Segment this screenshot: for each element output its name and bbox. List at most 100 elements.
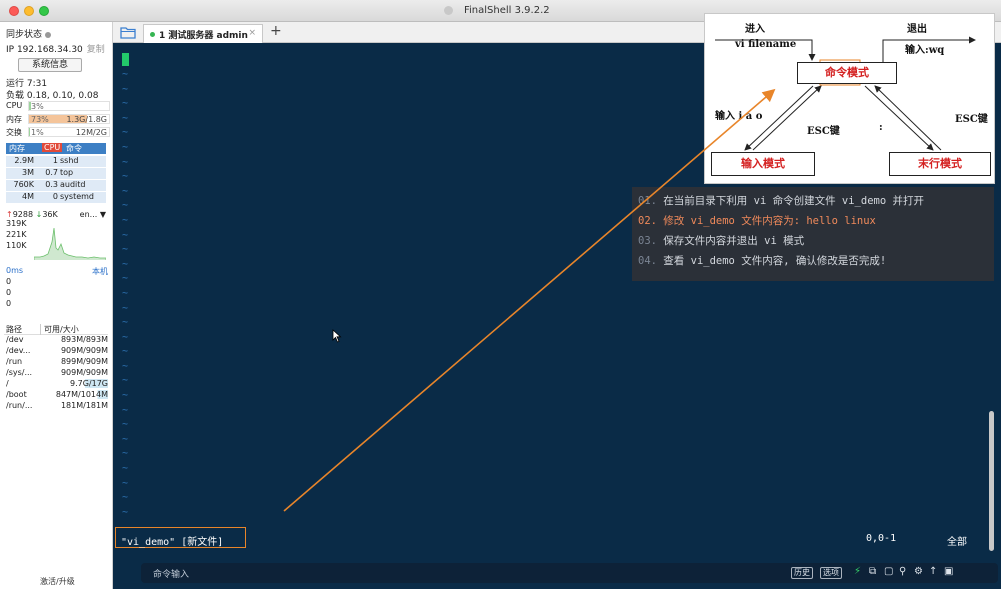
filesystem-row[interactable]: /dev 893M/893M [4, 335, 108, 346]
net-scale-mid: 221K [6, 230, 27, 239]
tilde-marker: ~ [122, 477, 129, 489]
process-mem: 2.9M [14, 156, 34, 165]
arrow-up-icon[interactable]: ↑ [929, 566, 937, 577]
last-line-mode-box: 末行模式 [889, 152, 991, 176]
fs-path-header[interactable]: 路径 [6, 324, 22, 335]
folder-icon[interactable] [120, 25, 136, 39]
filesystem-row[interactable]: /dev... 909M/909M [4, 346, 108, 357]
process-table-header: 内存 CPU 命令 [6, 143, 106, 154]
activate-upgrade-link[interactable]: 激活/升级 [40, 576, 75, 587]
task-list-panel: 01. 在当前目录下利用 vi 命令创建文件 vi_demo 并打开 02. 修… [632, 187, 994, 281]
zoom-window-button[interactable] [39, 6, 49, 16]
command-input-bar[interactable]: 命令输入 历史 选项 ⚡ ⧉ ▢ ⚲ ⚙ ↑ ▣ [141, 563, 998, 583]
swap-bar-fill [29, 128, 31, 136]
fs-path: /run [6, 357, 23, 366]
process-cmd: top [60, 168, 74, 177]
enter-label: 进入 [745, 24, 765, 35]
filesystem-row[interactable]: /boot 847M/1014M [4, 390, 108, 401]
net-scale-low: 110K [6, 241, 27, 250]
filesystem-row[interactable]: /run 899M/909M [4, 357, 108, 368]
tilde-marker: ~ [122, 492, 129, 504]
filesystem-row[interactable]: /sys/... 909M/909M [4, 368, 108, 379]
tilde-marker: ~ [122, 69, 129, 80]
process-row[interactable]: 3M 0.7 top [6, 168, 106, 179]
command-input[interactable]: 命令输入 [153, 567, 189, 580]
process-row[interactable]: 4M 0 systemd [6, 192, 106, 203]
task-number: 01. [638, 195, 657, 207]
network-speed: ↑9288 ↓36K en... ▼ [6, 210, 106, 219]
gear-icon[interactable]: ⚙ [914, 566, 923, 577]
paste-icon[interactable]: ▢ [884, 566, 893, 577]
process-row[interactable]: 2.9M 1 sshd [6, 156, 106, 167]
insert-mode-box: 输入模式 [711, 152, 815, 176]
latency-value: 0 [6, 288, 12, 297]
copy-ip-button[interactable]: 复制 [87, 45, 105, 55]
tilde-marker: ~ [122, 171, 129, 183]
process-cmd: auditd [60, 180, 86, 189]
esc-left-label: ESC键 [807, 126, 840, 137]
options-button[interactable]: 选项 [820, 567, 842, 579]
history-button[interactable]: 历史 [791, 567, 813, 579]
tilde-marker: ~ [122, 448, 129, 460]
filesystem-row[interactable]: / 9.7G/17G [4, 379, 108, 390]
ip-row: IP 192.168.34.30 复制 [6, 42, 105, 55]
process-cmd: systemd [60, 192, 94, 201]
tab-label: 1 测试服务器 admin [159, 31, 248, 41]
network-graph [34, 227, 106, 260]
task-text: 在当前目录下利用 vi 命令创建文件 vi_demo 并打开 [663, 195, 924, 207]
task-item: 03. 保存文件内容并退出 vi 模式 [638, 233, 804, 248]
fs-path: /run/... [6, 401, 33, 410]
vi-status-line: "vi_demo" [新文件] 0,0-1 全部 [113, 533, 1001, 548]
filesystem-header: 路径 可用/大小 [4, 324, 108, 335]
tilde-marker: ~ [122, 214, 129, 226]
lightning-icon[interactable]: ⚡ [854, 566, 861, 577]
process-row[interactable]: 760K 0.3 auditd [6, 180, 106, 191]
fs-size: 9.7G/17G [70, 379, 108, 388]
status-dot-icon [45, 31, 52, 38]
vi-mode-diagram: 进入 vi filename 退出 输入:wq 命令模式 输入 i a o ES… [704, 13, 995, 184]
process-cpu: 0.7 [45, 168, 58, 177]
search-icon[interactable]: ⚲ [899, 566, 906, 577]
latency-value: 0 [6, 277, 12, 286]
insert-keys-label: 输入 i a o [715, 111, 763, 122]
terminal-cursor [122, 53, 129, 66]
process-cmd-header[interactable]: 命令 [66, 143, 82, 154]
tilde-marker: ~ [122, 506, 129, 518]
system-info-button[interactable]: 系统信息 [18, 58, 82, 72]
tilde-marker: ~ [122, 346, 129, 358]
process-cmd: sshd [60, 156, 79, 165]
latency-value: 0 [6, 299, 12, 308]
task-item: 01. 在当前目录下利用 vi 命令创建文件 vi_demo 并打开 [638, 193, 924, 208]
network-interface-select[interactable]: en... ▼ [80, 210, 106, 219]
process-cpu-header[interactable]: CPU [42, 143, 63, 152]
tilde-marker: ~ [122, 375, 129, 387]
copy-icon[interactable]: ⧉ [869, 566, 876, 577]
tab-session[interactable]: 1 测试服务器 admin × [143, 24, 263, 43]
window-icon[interactable]: ▣ [944, 566, 953, 577]
cpu-label: CPU [6, 101, 23, 110]
process-mem-header[interactable]: 内存 [9, 143, 25, 154]
fs-size: 899M/909M [60, 357, 108, 366]
filesystem-row[interactable]: /run/... 181M/181M [4, 401, 108, 412]
fs-size-header[interactable]: 可用/大小 [40, 324, 79, 335]
swap-bar: 1% 12M/2G [28, 127, 110, 137]
vi-scroll-position: 全部 [947, 537, 967, 548]
tilde-marker: ~ [122, 258, 129, 270]
exit-label: 退出 [907, 24, 927, 35]
filesystem-table: 路径 可用/大小 /dev 893M/893M /dev... 909M/909M … [4, 324, 108, 412]
terminal-scrollbar[interactable] [989, 411, 994, 551]
tilde-marker: ~ [122, 419, 129, 431]
swap-used: 12M/2G [75, 128, 107, 137]
close-tab-icon[interactable]: × [248, 28, 256, 38]
process-cpu: 1 [52, 156, 58, 165]
close-window-button[interactable] [9, 6, 19, 16]
sync-status-label: 同步状态 [6, 30, 43, 40]
task-number: 02. [638, 215, 657, 227]
fs-size: 847M/1014M [55, 390, 108, 399]
process-mem: 3M [22, 168, 34, 177]
process-mem: 760K [13, 180, 34, 189]
latency-host[interactable]: 本机 [92, 266, 108, 277]
tilde-marker: ~ [122, 360, 129, 372]
minimize-window-button[interactable] [24, 6, 34, 16]
add-tab-button[interactable]: + [270, 23, 282, 39]
